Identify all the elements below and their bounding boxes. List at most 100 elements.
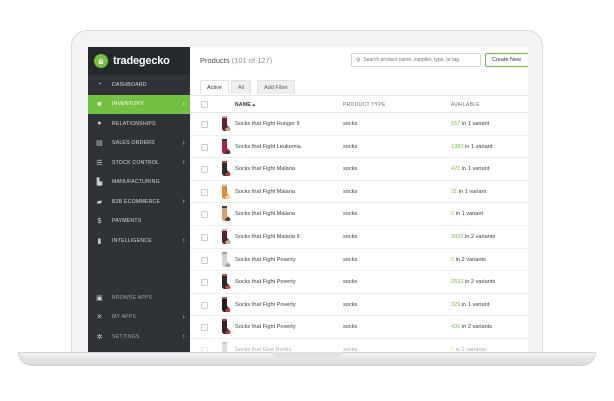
- row-checkbox[interactable]: [201, 346, 208, 352]
- row-checkbox[interactable]: [201, 324, 208, 332]
- gear-icon: ✲: [96, 333, 103, 341]
- sidebar-item-dashboard[interactable]: ◔ DASHBOARD: [88, 75, 190, 95]
- create-new-button[interactable]: Create New: [485, 53, 528, 67]
- product-type: socks: [343, 279, 358, 286]
- product-thumbnail: [222, 296, 231, 312]
- stock-quantity: 436: [451, 324, 461, 331]
- product-name-link[interactable]: Socks that Fight Poverty: [235, 279, 296, 285]
- table-row[interactable]: Socks that Fight Hunger II socks 557 in 1 …: [190, 113, 528, 136]
- tools-icon: ✕: [96, 314, 103, 322]
- product-name-link[interactable]: Socks that Fight Malaria: [235, 189, 295, 195]
- column-header-type[interactable]: PRODUCT TYPE: [343, 102, 386, 108]
- stock-quantity: 1383: [451, 143, 464, 150]
- row-checkbox[interactable]: [201, 233, 208, 241]
- row-checkbox[interactable]: [201, 143, 208, 151]
- product-name-link[interactable]: Socks that Fight Malaria II: [235, 234, 300, 240]
- search-input[interactable]: [363, 57, 479, 63]
- sidebar-item-manufacturing[interactable]: ▙ MANUFACTURING: [88, 173, 190, 193]
- table-row[interactable]: Socks that Fight Leukemia socks 1383 in 1 …: [190, 136, 528, 159]
- sidebar-item-relationships[interactable]: ● RELATIONSHIPS: [88, 114, 190, 134]
- table-row[interactable]: Socks that Fight Poverty socks 2593 in 2 v…: [190, 271, 528, 294]
- available-stock: 0 in 2 variants: [451, 257, 486, 263]
- variant-count: in 2 variants: [455, 256, 486, 263]
- dashboard-icon: ◔: [97, 81, 102, 89]
- row-checkbox[interactable]: [201, 121, 208, 128]
- variant-count: in 1 variant: [455, 211, 484, 218]
- product-name-link[interactable]: Socks that Fight Poverty: [235, 257, 296, 263]
- row-checkbox[interactable]: [201, 279, 208, 287]
- product-name-link[interactable]: Socks that Fight Poverty: [235, 324, 296, 330]
- table-row[interactable]: Socks that Fight Poverty socks 329 in 1 va…: [190, 294, 528, 317]
- product-name-link[interactable]: Socks that Fight Hunger II: [235, 121, 300, 127]
- table-row[interactable]: Socks that Give Books socks 0 in 2 variant…: [190, 339, 528, 352]
- select-all-checkbox[interactable]: [201, 101, 208, 108]
- sidebar-item-my-apps[interactable]: ✕ MY APPS ›: [88, 308, 190, 328]
- available-stock: 329 in 1 variant: [451, 302, 489, 308]
- chevron-right-icon: ›: [182, 198, 185, 206]
- table-row[interactable]: Socks that Fight Malaria II socks 3022 in …: [190, 226, 528, 249]
- sidebar-item-label: INTELLIGENCE: [112, 237, 152, 244]
- laptop-notch: [272, 352, 342, 357]
- sidebar-item-intelligence[interactable]: ▮ INTELLIGENCE ›: [88, 231, 190, 251]
- available-stock: 557 in 1 variant: [451, 121, 489, 127]
- product-name-link[interactable]: Socks that Give Books: [235, 347, 291, 352]
- table-row[interactable]: Socks that Fight Malaria socks 0 in 1 vari…: [190, 203, 528, 226]
- column-header-available[interactable]: AVAILABLE: [451, 102, 480, 108]
- available-stock: 3022 in 2 variants: [451, 234, 495, 240]
- table-row[interactable]: Socks that Fight Malaria socks 471 in 1 va…: [190, 158, 528, 181]
- product-count: (101 of 127): [231, 56, 273, 65]
- stock-quantity: 31: [451, 188, 458, 195]
- brand-name: tradegecko: [113, 55, 170, 67]
- sidebar-item-stock-control[interactable]: ☰ STOCK CONTROL ›: [88, 153, 190, 173]
- product-type: socks: [343, 188, 358, 195]
- sidebar: ɕ tradegecko ◔ DASHBOARD ■ INVENTORY › ● RELAT…: [88, 47, 190, 352]
- main-content: Products (101 of 127) ⚲ Create New Activ…: [190, 47, 528, 352]
- row-checkbox[interactable]: [201, 301, 208, 309]
- sidebar-item-label: MY APPS: [112, 314, 137, 321]
- row-checkbox[interactable]: [201, 211, 208, 219]
- row-checkbox[interactable]: [201, 188, 208, 196]
- sidebar-item-sales-orders[interactable]: ▤ SALES ORDERS ›: [88, 134, 190, 154]
- table-row[interactable]: Socks that Fight Poverty socks 0 in 2 vari…: [190, 249, 528, 272]
- tab-all[interactable]: All: [230, 80, 252, 94]
- sidebar-item-label: SALES ORDERS: [112, 140, 155, 147]
- chevron-right-icon: ›: [182, 159, 185, 167]
- product-type: socks: [343, 301, 358, 308]
- add-filter-button[interactable]: Add Filter: [257, 80, 295, 94]
- sidebar-item-settings[interactable]: ✲ SETTINGS ›: [88, 327, 190, 347]
- logo[interactable]: ɕ tradegecko: [88, 47, 190, 75]
- available-stock: 2593 in 2 variants: [451, 279, 495, 285]
- product-type: socks: [343, 166, 358, 173]
- row-checkbox[interactable]: [201, 166, 208, 174]
- search-box[interactable]: ⚲: [351, 53, 481, 67]
- sidebar-item-b2b-ecommerce[interactable]: ▰ B2B ECOMMERCE ›: [88, 192, 190, 212]
- factory-icon: ▙: [96, 179, 103, 187]
- bar-chart-icon: ▮: [97, 237, 102, 245]
- product-thumbnail: [222, 138, 231, 154]
- sidebar-item-browse-apps[interactable]: ▣ BROWSE APPS: [88, 288, 190, 308]
- app-screen: ɕ tradegecko ◔ DASHBOARD ■ INVENTORY › ● RELAT…: [88, 47, 528, 352]
- top-bar: Products (101 of 127) ⚲ Create New: [190, 47, 528, 75]
- chevron-right-icon: ›: [182, 313, 185, 321]
- tab-active[interactable]: Active: [200, 80, 229, 94]
- sidebar-item-label: MANUFACTURING: [112, 179, 160, 186]
- product-name-link[interactable]: Socks that Fight Leukemia: [235, 144, 301, 150]
- sidebar-item-inventory[interactable]: ■ INVENTORY ›: [88, 94, 190, 114]
- page-title: Products (101 of 127): [200, 56, 272, 65]
- sidebar-item-label: RELATIONSHIPS: [112, 120, 156, 127]
- apps-icon: ▣: [96, 294, 103, 302]
- product-type: socks: [343, 143, 358, 150]
- product-name-link[interactable]: Socks that Fight Poverty: [235, 302, 296, 308]
- row-checkbox[interactable]: [201, 256, 208, 264]
- column-header-name[interactable]: NAME ▴: [235, 102, 255, 108]
- table-row[interactable]: Socks that Fight Poverty socks 436 in 2 va…: [190, 316, 528, 339]
- product-name-link[interactable]: Socks that Fight Malaria: [235, 211, 295, 217]
- stock-quantity: 557: [451, 121, 461, 127]
- table-row[interactable]: Socks that Fight Malaria socks 31 in 1 var…: [190, 181, 528, 204]
- product-name-link[interactable]: Socks that Fight Malaria: [235, 166, 295, 172]
- filter-tabs: Active All Add Filter: [200, 80, 297, 94]
- available-stock: 0 in 1 variant: [451, 211, 483, 217]
- gecko-logo-icon: ɕ: [94, 54, 108, 68]
- sidebar-item-payments[interactable]: $ PAYMENTS: [88, 212, 190, 232]
- stock-quantity: 0: [451, 256, 455, 263]
